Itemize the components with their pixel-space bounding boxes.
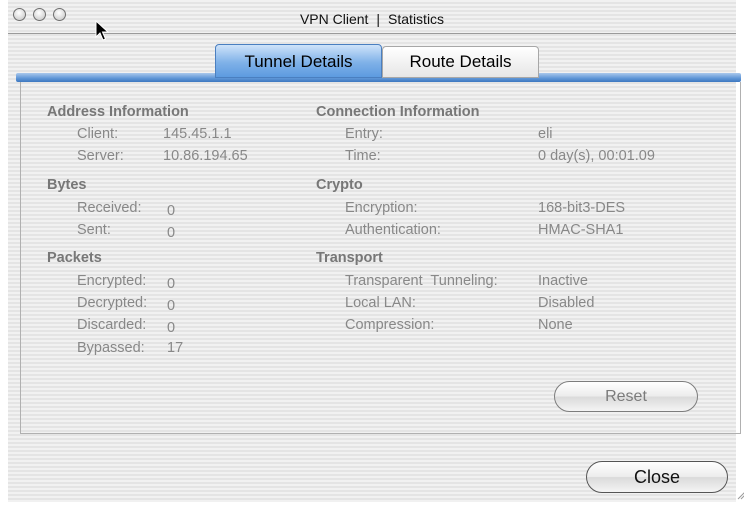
compression-label: Compression: <box>345 317 435 333</box>
decrypted-label: Decrypted: <box>77 295 148 311</box>
tab-route-details[interactable]: Route Details <box>382 46 539 78</box>
discarded-label: Discarded: <box>77 317 147 333</box>
connection-heading: Connection Information <box>316 104 480 120</box>
time-label: Time: <box>345 148 381 164</box>
client-value: 145.45.1.1 <box>163 126 232 142</box>
window-title: VPN Client | Statistics <box>299 11 445 27</box>
packets-heading: Packets <box>47 250 102 266</box>
received-label: Received: <box>77 200 142 216</box>
reset-button[interactable]: Reset <box>554 381 698 412</box>
compression-value: None <box>538 317 573 333</box>
received-value: 0 <box>167 203 176 219</box>
discarded-value: 0 <box>167 320 176 336</box>
authentication-label: Authentication: <box>345 222 441 238</box>
decrypted-value: 0 <box>167 298 176 314</box>
encrypted-value: 0 <box>167 276 176 292</box>
sent-label: Sent: <box>77 222 111 238</box>
vpn-statistics-window: VPN Client | Statistics Tunnel Details Rou… <box>8 0 744 502</box>
client-label: Client: <box>77 126 119 142</box>
local-lan-value: Disabled <box>538 295 595 311</box>
encryption-label: Encryption: <box>345 200 418 216</box>
address-heading: Address Information <box>47 104 189 120</box>
authentication-value: HMAC-SHA1 <box>538 222 624 238</box>
encryption-value: 168-bit3-DES <box>538 200 626 216</box>
entry-label: Entry: <box>345 126 383 142</box>
encrypted-label: Encrypted: <box>77 273 147 289</box>
close-button[interactable]: Close <box>586 461 728 493</box>
title-bar[interactable]: VPN Client | Statistics <box>8 0 736 34</box>
server-value: 10.86.194.65 <box>163 148 248 164</box>
sent-value: 0 <box>167 225 176 241</box>
resize-grip-icon[interactable] <box>736 486 744 500</box>
tab-tunnel-details[interactable]: Tunnel Details <box>215 44 382 78</box>
local-lan-label: Local LAN: <box>345 295 416 311</box>
bypassed-label: Bypassed: <box>77 340 145 356</box>
server-label: Server: <box>77 148 124 164</box>
transparent-tunneling-label: Transparent Tunneling: <box>345 273 498 289</box>
entry-value: eli <box>538 126 553 142</box>
transport-heading: Transport <box>316 250 383 266</box>
crypto-heading: Crypto <box>316 177 363 193</box>
time-value: 0 day(s), 00:01.09 <box>538 148 655 164</box>
bytes-heading: Bytes <box>47 177 87 193</box>
bypassed-value: 17 <box>167 340 184 356</box>
transparent-tunneling-value: Inactive <box>538 273 588 289</box>
mouse-pointer-icon <box>95 20 110 41</box>
